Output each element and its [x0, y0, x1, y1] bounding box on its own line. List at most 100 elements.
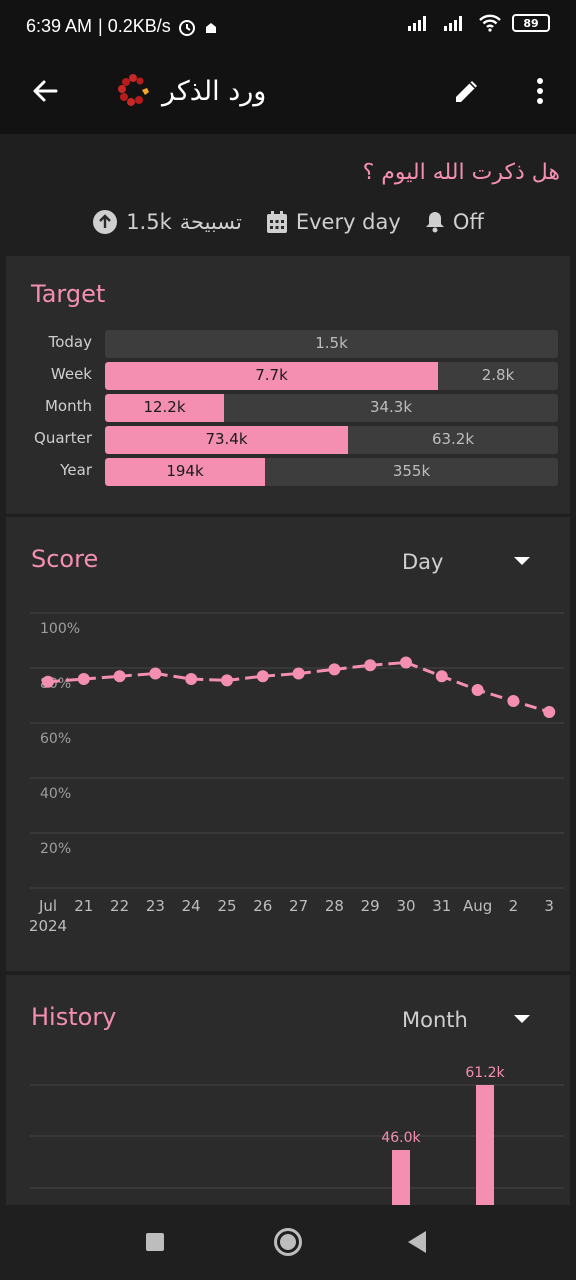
history-bar	[392, 1150, 410, 1205]
score-chart: 100%80%60%40%20%Jul 21 22 23 24 25 26 27 28 29 30 3…	[29, 612, 564, 935]
score-data-point	[400, 656, 412, 669]
history-bar-label: 61.2k	[465, 1065, 505, 1081]
score-x-tick-label: 31	[432, 897, 451, 915]
score-data-point	[42, 675, 54, 688]
score-x-tick-label: 3	[544, 897, 554, 915]
score-x-tick-label: Jul	[38, 897, 57, 915]
target-row-year: Year 194k 355k	[6, 458, 570, 486]
score-data-point	[507, 695, 520, 707]
target-remaining-value: 34.3k	[369, 398, 413, 416]
status-net-speed: | 0.2KB/s	[98, 16, 171, 36]
score-x-tick-label: 22	[110, 897, 129, 915]
bell-icon	[425, 212, 444, 233]
score-x-tick-label: 2	[509, 897, 519, 915]
alarm-icon	[178, 19, 195, 36]
target-row-label: Week	[50, 365, 92, 383]
score-x-tick-label: 30	[396, 897, 415, 915]
score-data-point	[77, 673, 90, 685]
system-nav-bar	[0, 1205, 576, 1280]
target-card: Target Today 1.5k Week 7.7k 2.8k Month 12.2k 34…	[6, 256, 570, 514]
score-y-tick-label: 100%	[40, 621, 80, 637]
score-data-point	[435, 670, 448, 683]
score-x-tick-label: 26	[253, 897, 272, 915]
habit-frequency-info: Every day	[266, 210, 401, 234]
recents-button[interactable]	[146, 1233, 164, 1251]
target-done-value: 7.7k	[255, 366, 288, 384]
target-row-quarter: Quarter 73.4k 63.2k	[6, 426, 570, 454]
score-x-tick-label: 24	[182, 897, 201, 915]
score-x-tick-label: 23	[146, 897, 165, 915]
arrow-up-circle-icon	[93, 210, 118, 234]
target-row-month: Month 12.2k 34.3k	[6, 394, 570, 422]
battery-icon: 89	[512, 14, 550, 32]
score-x-tick-label: 28	[325, 897, 344, 915]
score-x-tick-label: 27	[289, 897, 308, 915]
score-data-point	[149, 667, 162, 680]
score-y-tick-label: 60%	[40, 731, 71, 747]
calendar-icon	[266, 211, 287, 233]
signal-icon-2	[444, 16, 462, 31]
target-row-label: Year	[60, 461, 92, 479]
battery-level: 89	[523, 16, 539, 30]
score-card: Score Day 100% 80% 60% 40% 20% Jul 21 22 23 24 25 2…	[6, 517, 570, 971]
system-back-button[interactable]	[408, 1231, 426, 1253]
prayer-beads-icon	[118, 74, 149, 106]
habit-meta: 1.5k تسبيحة Every day Off	[0, 204, 576, 240]
score-x-year-label: 2024	[29, 917, 67, 935]
target-value: 1.5k	[126, 210, 172, 234]
score-data-point	[328, 663, 341, 676]
score-y-tick-label: 40%	[40, 786, 71, 802]
mosque-notification-icon	[205, 22, 216, 33]
target-row-label: Month	[44, 397, 92, 415]
score-data-point	[185, 673, 198, 685]
target-remaining-value: 355k	[392, 462, 431, 480]
score-x-tick-label: Aug	[463, 897, 492, 915]
reminder-text: Off	[452, 210, 484, 234]
score-data-point	[471, 684, 484, 696]
score-data-point	[113, 670, 126, 683]
status-right: 89	[406, 14, 550, 32]
arrow-back-icon	[33, 80, 58, 102]
history-card: History Month 46.0k 61.2k	[6, 975, 570, 1205]
target-row-week: Week 7.7k 2.8k	[6, 362, 570, 390]
target-progress-track: 1.5k	[105, 330, 558, 358]
more-vert-icon	[537, 78, 543, 104]
target-unit: تسبيحة	[179, 210, 242, 234]
status-left: 6:39 AM | 0.2KB/s	[26, 16, 219, 37]
score-x-tick-label: 21	[74, 897, 93, 915]
habit-title: ورد الذكر	[116, 70, 266, 112]
target-row-today: Today 1.5k	[6, 330, 570, 358]
wifi-icon	[479, 14, 501, 32]
target-done-value: 194k	[166, 462, 204, 480]
more-options-button[interactable]	[522, 70, 558, 112]
status-time: 6:39 AM	[26, 16, 93, 36]
score-y-tick-label: 20%	[40, 841, 71, 857]
target-done-value: 12.2k	[143, 398, 186, 416]
target-row-label: Quarter	[34, 429, 92, 447]
history-chart: 46.0k 61.2k	[30, 1065, 564, 1205]
target-progress-track: 12.2k 34.3k	[105, 394, 558, 422]
back-button[interactable]	[24, 70, 66, 112]
app-bar: ورد الذكر	[0, 48, 576, 134]
target-title: Target	[31, 280, 106, 308]
history-bar-label: 46.0k	[381, 1130, 421, 1146]
score-data-point	[221, 674, 233, 687]
target-remaining-value: 63.2k	[431, 430, 475, 448]
target-progress-track: 7.7k 2.8k	[105, 362, 558, 390]
habit-target-info: 1.5k تسبيحة	[92, 209, 242, 235]
score-x-tick-label: 29	[361, 897, 380, 915]
edit-button[interactable]	[446, 70, 488, 112]
score-data-point	[364, 659, 377, 672]
frequency-text: Every day	[295, 210, 401, 234]
pencil-icon	[456, 81, 477, 102]
habit-title-text: ورد الذكر	[162, 75, 267, 107]
target-row-label: Today	[48, 333, 92, 351]
signal-icon	[408, 16, 426, 31]
score-x-tick-label: 25	[217, 897, 236, 915]
score-data-point	[543, 706, 556, 718]
home-button[interactable]	[274, 1228, 302, 1256]
target-progress-track: 73.4k 63.2k	[105, 426, 558, 454]
target-remaining-value: 1.5k	[315, 334, 348, 352]
habit-reminder-info: Off	[425, 210, 484, 234]
target-done-value: 73.4k	[205, 430, 248, 448]
